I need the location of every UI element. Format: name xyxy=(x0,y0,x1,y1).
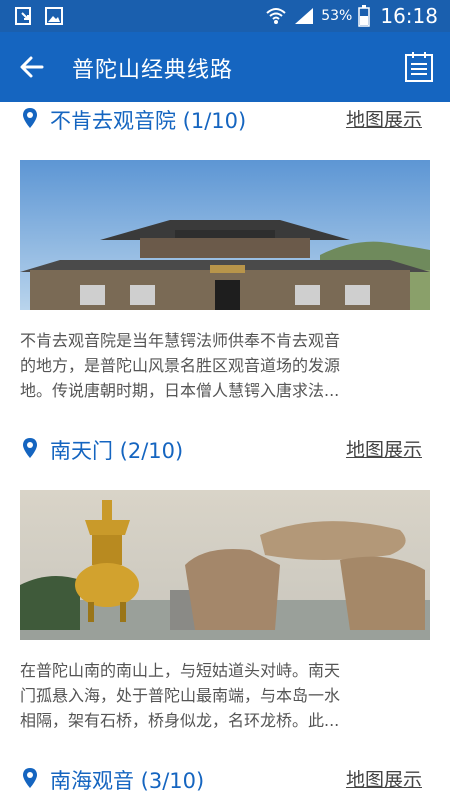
south-gate-photo[interactable] xyxy=(20,490,430,640)
app-bar: 普陀山经典线路 xyxy=(0,32,450,102)
map-view-link[interactable]: 地图展示 xyxy=(346,105,422,132)
battery-icon xyxy=(358,5,371,27)
temple-photo[interactable] xyxy=(20,160,430,310)
status-bar: 53% 16:18 xyxy=(0,0,450,32)
item-title: 南海观音 (3/10) xyxy=(50,769,205,793)
route-list[interactable]: 不肯去观音院 (1/10) 地图展示 不肯去观音院是当年慧锷法师供奉不肯去观音 … xyxy=(0,102,450,800)
battery-percent: 53% xyxy=(321,8,353,24)
item-description: 不肯去观音院是当年慧锷法师供奉不肯去观音 的地方，是普陀山风景名胜区观音道场的发… xyxy=(20,331,341,400)
list-item[interactable]: 不肯去观音院 (1/10) 地图展示 xyxy=(0,102,450,136)
location-pin-icon xyxy=(23,768,37,788)
image-notification-icon xyxy=(45,7,63,25)
wifi-icon xyxy=(266,8,286,24)
list-icon[interactable] xyxy=(404,51,434,83)
item-description: 在普陀山南的南山上，与短姑道头对峙。南天 门孤悬入海，处于普陀山最南端，与本岛一… xyxy=(20,661,341,730)
download-notification-icon xyxy=(15,7,31,25)
item-title: 不肯去观音院 (1/10) xyxy=(50,109,247,133)
item-title: 南天门 (2/10) xyxy=(50,439,184,463)
signal-icon xyxy=(295,8,314,24)
map-view-link[interactable]: 地图展示 xyxy=(346,765,422,792)
map-view-link[interactable]: 地图展示 xyxy=(346,435,422,462)
list-item[interactable]: 南天门 (2/10) 地图展示 xyxy=(0,432,450,466)
location-pin-icon xyxy=(23,438,37,458)
location-pin-icon xyxy=(23,108,37,128)
page-title: 普陀山经典线路 xyxy=(72,58,234,83)
arrow-left-icon[interactable] xyxy=(16,51,48,83)
list-item[interactable]: 南海观音 (3/10) 地图展示 xyxy=(0,762,450,796)
clock: 16:18 xyxy=(380,4,438,28)
